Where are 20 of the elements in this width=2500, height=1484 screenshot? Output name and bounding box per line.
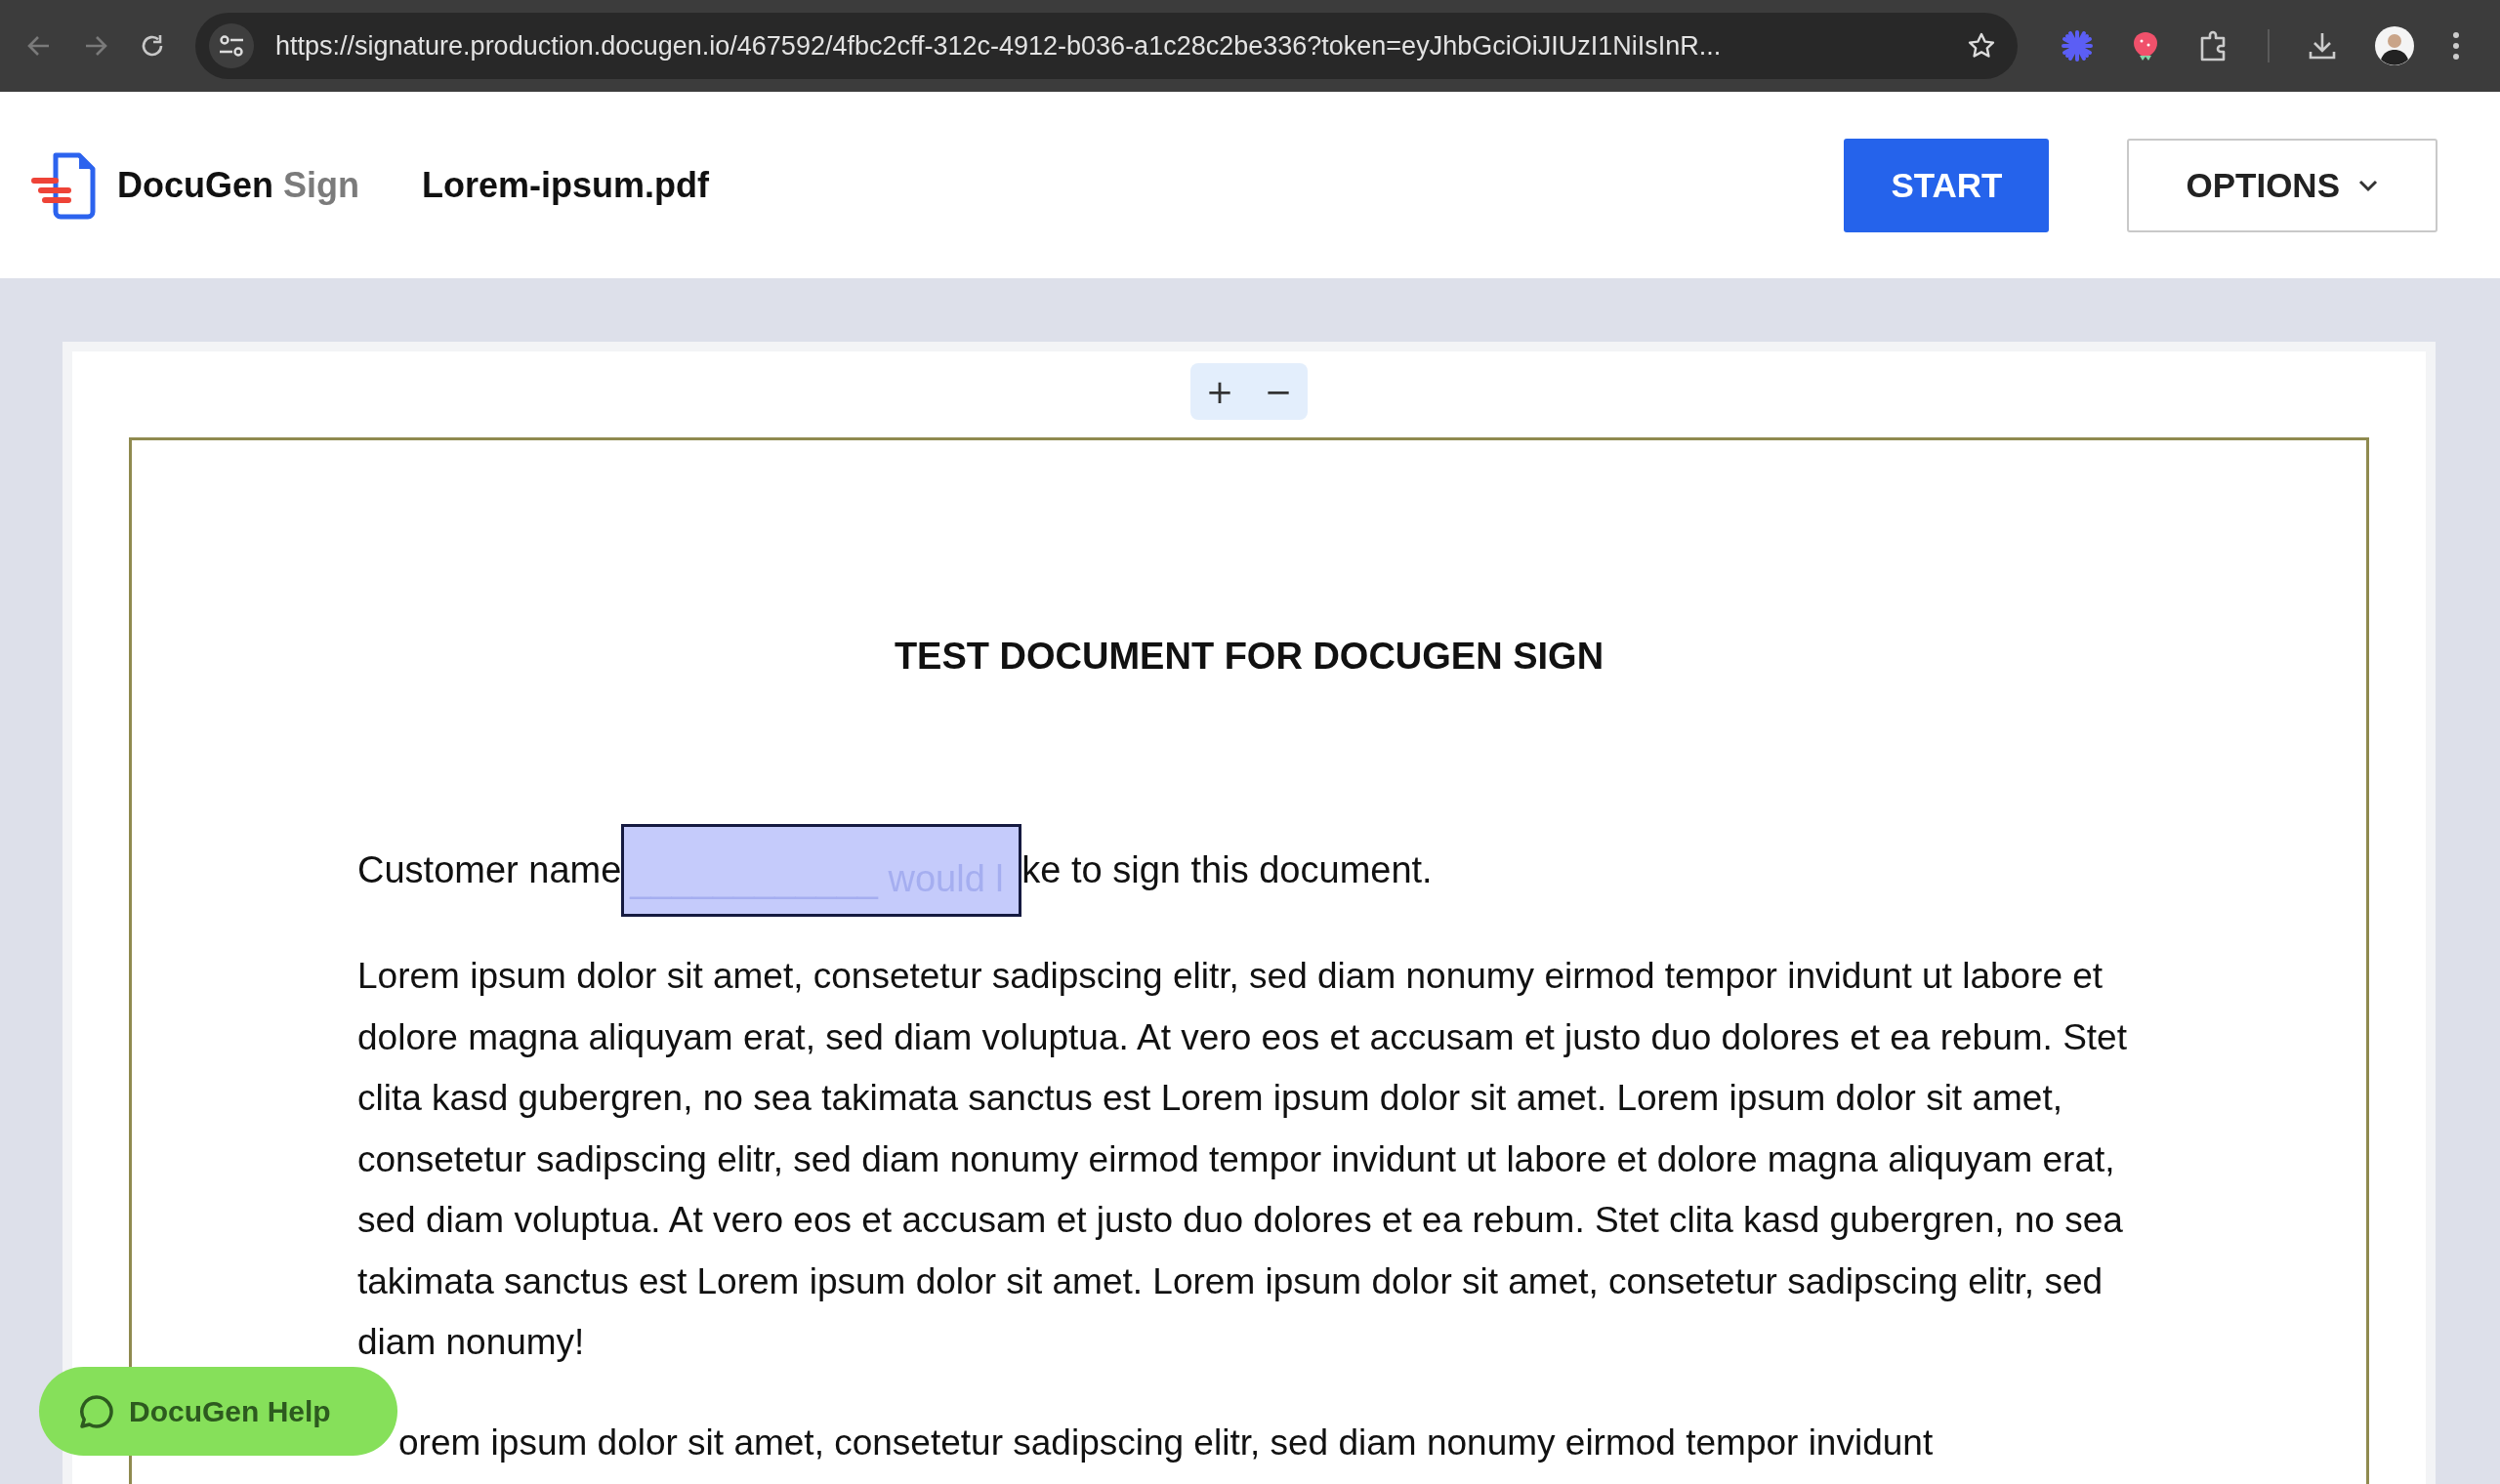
help-button[interactable]: DocuGen Help xyxy=(39,1367,397,1456)
download-icon[interactable] xyxy=(2307,30,2338,62)
intro-text: ke to sign this document. xyxy=(1021,849,1433,891)
document-title: TEST DOCUMENT FOR DOCUGEN SIGN xyxy=(893,636,1605,678)
options-button[interactable]: OPTIONS xyxy=(2127,138,2438,232)
paragraph: Lorem ipsum dolor sit amet, consetetur sadipscing elitr, sed diam nonumy eirmod tempor invidunt ut labore et dolore magna aliquyam erat, sed diam voluptua. At vero eos et accusam et justo duo dolores et ea rebum. Stet clita kasd gubergren, no sea takimata sanctus est Lorem ipsum dolor sit amet. Lorem ipsum dolor sit amet, consetetur sadipscing elitr, sed diam nonumy eirmod tempor invidunt ut labore et dolore magna aliquyam erat, sed diam voluptua. At vero eos et accusam et justo duo dolores et ea rebum. Stet clita kasd gubergren, no sea takimata sanctus est Lorem ipsum dolor sit amet. Lorem ipsum dolor sit amet, consetetur sadipscing elitr, sed diam nonumy! xyxy=(357,955,2128,1364)
avatar-icon[interactable] xyxy=(2375,26,2414,65)
menu-icon[interactable] xyxy=(2451,30,2461,62)
star-icon[interactable] xyxy=(1967,31,1996,61)
start-button[interactable]: START xyxy=(1844,138,2050,232)
chevron-down-icon xyxy=(2357,178,2379,192)
zoom-out-button[interactable]: − xyxy=(1249,363,1308,420)
intro-text: Customer name xyxy=(357,849,622,891)
zoom-in-button[interactable]: + xyxy=(1190,363,1249,420)
file-name: Lorem-ipsum.pdf xyxy=(422,164,709,206)
strawberry-icon[interactable] xyxy=(2131,29,2160,62)
chat-bubble-icon xyxy=(78,1392,115,1430)
site-settings-icon[interactable] xyxy=(218,34,245,58)
brand-name: DocuGen Sign xyxy=(117,164,359,206)
paragraph: orem ipsum dolor sit amet, consetetur sadipscing elitr, sed diam nonumy eirmod tempor invidunt xyxy=(397,1421,1935,1464)
